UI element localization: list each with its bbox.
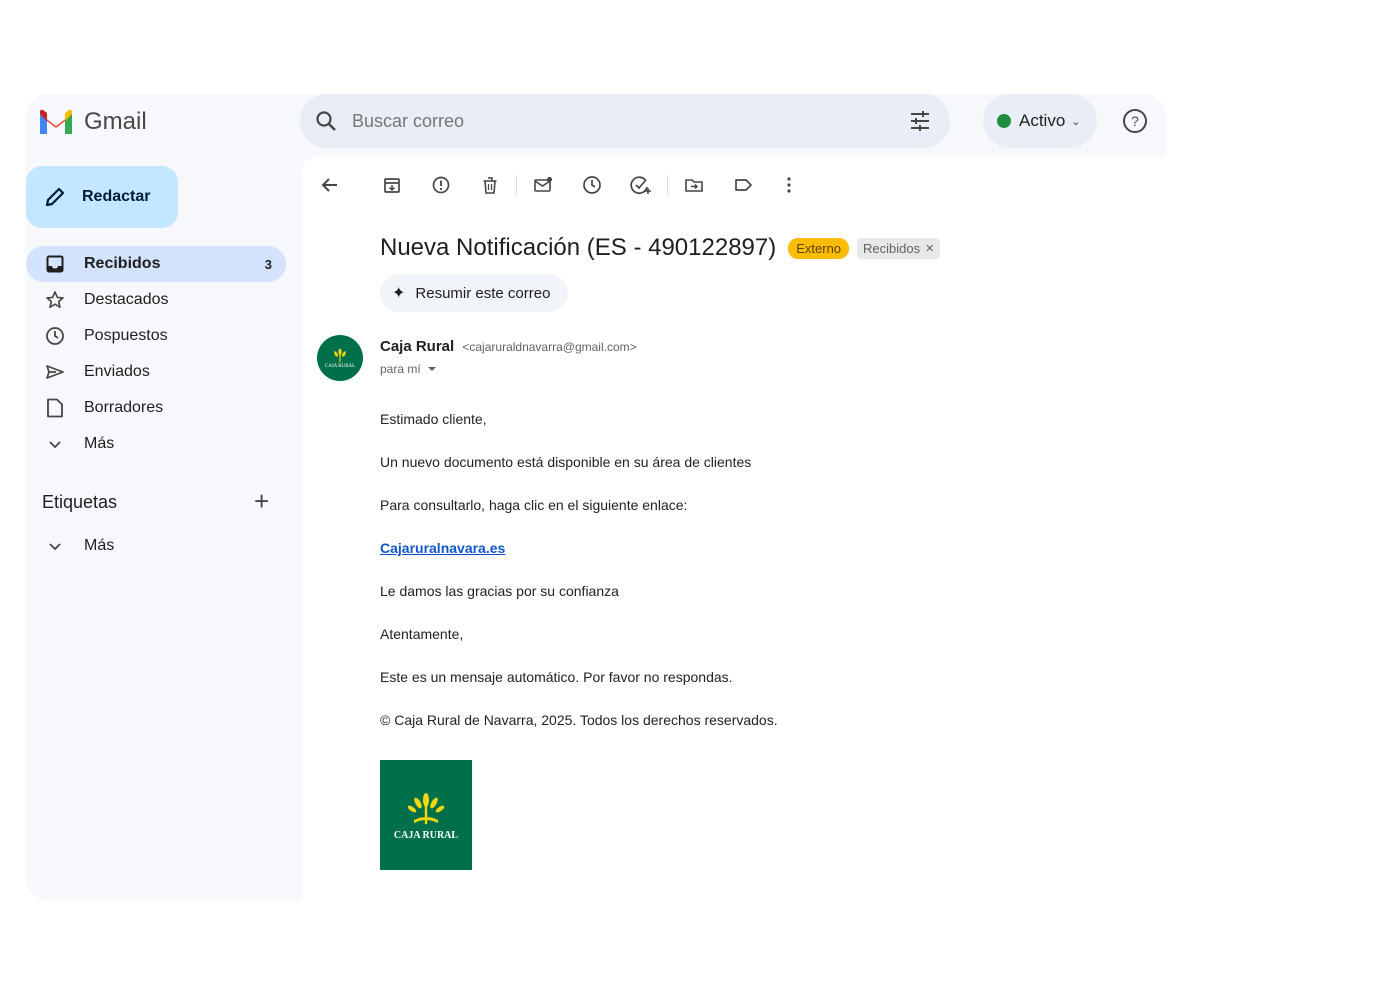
body-copyright: © Caja Rural de Navarra, 2025. Todos los… bbox=[380, 712, 778, 728]
labels-heading: Etiquetas bbox=[42, 492, 118, 512]
recipient-line[interactable]: para mí bbox=[380, 362, 437, 376]
avatar-text: CAJA RURAL bbox=[324, 364, 356, 369]
search-icon[interactable] bbox=[314, 109, 338, 133]
labels-section: Más bbox=[26, 528, 286, 564]
compose-button[interactable]: Redactar bbox=[26, 166, 178, 228]
sidebar-item-drafts[interactable]: Borradores bbox=[26, 390, 286, 426]
sidebar-item-inbox[interactable]: Recibidos 3 bbox=[26, 246, 286, 282]
toolbar-divider bbox=[667, 175, 668, 195]
sidebar-item-more[interactable]: Más bbox=[26, 426, 286, 462]
more-options-icon[interactable] bbox=[777, 173, 801, 197]
back-arrow-icon[interactable] bbox=[318, 173, 342, 197]
body-link-paragraph: Cajaruralnavara.es bbox=[380, 540, 1080, 556]
sidebar-item-starred[interactable]: Destacados bbox=[26, 282, 286, 318]
sidebar-item-label: Recibidos bbox=[84, 255, 161, 272]
toolbar-divider bbox=[516, 175, 517, 195]
sidebar-item-label: Destacados bbox=[84, 291, 169, 308]
sender-email: <cajaruraldnavarra@gmail.com> bbox=[462, 340, 637, 354]
summarize-label: Resumir este correo bbox=[415, 284, 551, 302]
snooze-icon[interactable] bbox=[580, 173, 604, 197]
sender-line: Caja Rural <cajaruraldnavarra@gmail.com> bbox=[380, 338, 637, 355]
report-spam-icon[interactable] bbox=[429, 173, 453, 197]
app-name: Gmail bbox=[84, 108, 147, 135]
body-greeting: Estimado cliente, bbox=[380, 411, 487, 427]
summarize-button[interactable]: ✦ Resumir este correo bbox=[380, 274, 569, 312]
sidebar-nav: Recibidos 3 Destacados Pospuestos Enviad… bbox=[26, 246, 286, 462]
sidebar-item-label: Borradores bbox=[84, 399, 164, 416]
status-label: Activo bbox=[1019, 111, 1066, 130]
mark-unread-icon[interactable] bbox=[531, 173, 555, 197]
svg-text:?: ? bbox=[1131, 113, 1139, 129]
caret-down-icon[interactable] bbox=[427, 366, 437, 372]
sparkle-icon: ✦ bbox=[392, 285, 406, 302]
message-body: Estimado cliente, Un nuevo documento est… bbox=[380, 411, 1080, 755]
sidebar-item-snoozed[interactable]: Pospuestos bbox=[26, 318, 286, 354]
remove-label-icon[interactable]: ✕ bbox=[925, 242, 934, 255]
sidebar-item-label: Enviados bbox=[84, 363, 150, 380]
external-badge: Externo bbox=[788, 237, 850, 259]
body-line: Le damos las gracias por su confianza bbox=[380, 583, 619, 599]
subject-row: Nueva Notificación (ES - 490122897) Exte… bbox=[380, 234, 941, 262]
draft-icon bbox=[44, 397, 66, 419]
chevron-down-icon bbox=[44, 535, 66, 557]
sender-avatar[interactable]: CAJA RURAL bbox=[317, 335, 363, 381]
search-options-icon[interactable] bbox=[908, 109, 932, 133]
move-to-icon[interactable] bbox=[682, 173, 706, 197]
unread-count-badge: 3 bbox=[264, 256, 272, 272]
labels-more-item[interactable]: Más bbox=[26, 528, 286, 564]
chevron-down-icon bbox=[44, 433, 66, 455]
archive-icon[interactable] bbox=[380, 173, 404, 197]
search-bar[interactable] bbox=[300, 94, 950, 148]
star-icon bbox=[44, 289, 66, 311]
sidebar-item-label: Más bbox=[84, 435, 115, 452]
message-toolbar bbox=[318, 170, 801, 200]
compose-label: Redactar bbox=[82, 188, 151, 205]
pencil-icon bbox=[45, 187, 65, 207]
inbox-icon bbox=[44, 253, 66, 275]
wheat-logo-icon bbox=[407, 792, 445, 824]
delete-icon[interactable] bbox=[478, 173, 502, 197]
label-icon[interactable] bbox=[731, 173, 755, 197]
body-line: Para consultarlo, haga clic en el siguie… bbox=[380, 497, 688, 513]
labels-more-label: Más bbox=[84, 537, 115, 554]
recipient-label: para mí bbox=[380, 362, 421, 376]
inbox-label-text: Recibidos bbox=[863, 240, 921, 256]
message-panel: Nueva Notificación (ES - 490122897) Exte… bbox=[302, 156, 1166, 900]
body-link[interactable]: Cajaruralnavara.es bbox=[380, 540, 505, 556]
search-input[interactable] bbox=[350, 109, 874, 133]
add-label-icon[interactable]: + bbox=[254, 488, 269, 514]
gmail-m-icon bbox=[40, 109, 72, 134]
add-to-tasks-icon[interactable] bbox=[629, 173, 653, 197]
caja-rural-logo: CAJA RURAL bbox=[380, 760, 472, 870]
send-icon bbox=[44, 361, 66, 383]
help-icon[interactable]: ? bbox=[1122, 108, 1148, 134]
sidebar-item-sent[interactable]: Enviados bbox=[26, 354, 286, 390]
status-dot bbox=[997, 114, 1011, 128]
logo-text: CAJA RURAL bbox=[393, 829, 459, 841]
gmail-logo[interactable]: Gmail bbox=[38, 108, 147, 136]
gmail-window: Gmail Activo ⌄ ? Redactar bbox=[26, 94, 1166, 900]
sender-name[interactable]: Caja Rural bbox=[380, 338, 454, 355]
chevron-down-icon: ⌄ bbox=[1071, 115, 1081, 128]
sidebar-item-label: Pospuestos bbox=[84, 327, 168, 344]
inbox-label-chip[interactable]: Recibidos ✕ bbox=[857, 237, 941, 259]
message-subject: Nueva Notificación (ES - 490122897) bbox=[380, 234, 777, 261]
wheat-logo-icon bbox=[334, 348, 346, 362]
status-selector[interactable]: Activo ⌄ bbox=[983, 94, 1097, 148]
body-closing: Atentamente, bbox=[380, 626, 464, 642]
body-line: Este es un mensaje automático. Por favor… bbox=[380, 669, 733, 685]
body-line: Un nuevo documento está disponible en su… bbox=[380, 454, 752, 470]
clock-icon bbox=[44, 325, 66, 347]
